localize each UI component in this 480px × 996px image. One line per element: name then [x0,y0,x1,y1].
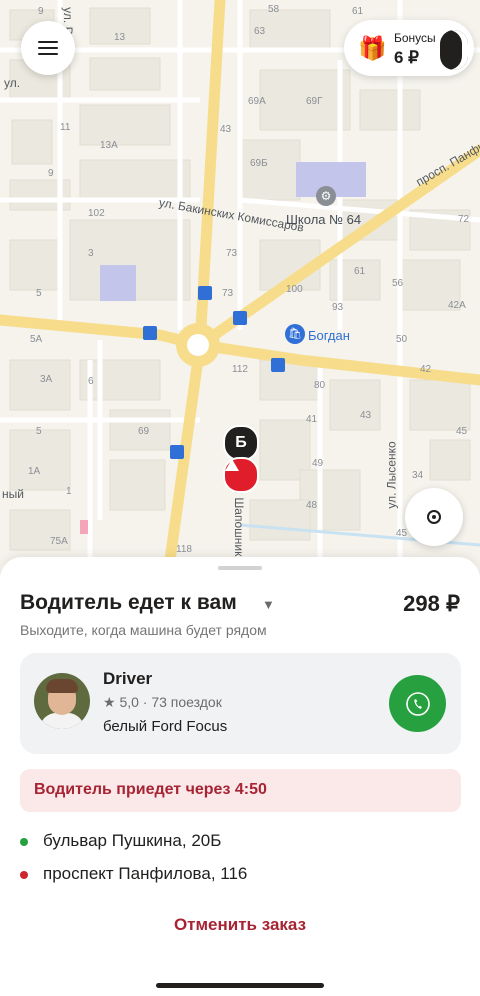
house-number: 118 [176,544,192,555]
house-number: 1А [28,466,41,477]
pickup-dot-icon [20,838,28,846]
house-number: 75А [50,536,68,547]
house-number: 34 [412,470,424,481]
eta-text: Водитель приедет через 4:50 [34,781,267,798]
house-number: 69 [138,426,150,437]
house-number: 5А [30,334,43,345]
sheet-handle[interactable] [218,566,262,570]
bottom-sheet: Водитель едет к вам ▼ 298 ₽ Выходите, ко… [0,557,480,996]
house-number: 6 [88,376,94,387]
house-number: 48 [306,500,318,511]
gift-icon: 🎁 [358,35,387,61]
house-number: 9 [38,6,44,17]
house-number: 11 [60,122,71,133]
house-number: 63 [254,26,266,37]
map-view[interactable]: ул. Бакинских Комиссаров просп. Панфилов… [0,0,480,570]
house-number: 43 [220,124,232,135]
house-number: 9 [48,168,54,179]
house-number: 69Г [306,96,323,107]
pickup-triangle-icon [225,459,239,471]
house-number: 61 [354,266,366,277]
house-number: 56 [392,278,404,289]
house-number: 1 [66,486,72,497]
house-number: 45 [396,528,408,539]
destination-marker-label: Б [235,434,247,451]
phone-icon [405,691,430,716]
destination-dot-icon [20,871,28,879]
house-number: 50 [396,334,408,345]
moon-icon [440,30,468,70]
status-title[interactable]: Водитель едет к вам [20,591,237,615]
house-number: 49 [312,458,324,469]
eta-banner: Водитель приедет через 4:50 [20,769,461,812]
house-number: 100 [286,284,303,295]
house-number: 13А [100,140,118,151]
house-number: 42А [448,300,466,311]
driver-avatar [34,673,90,729]
house-number: 5 [36,288,42,299]
house-number: 43 [360,410,372,421]
driver-rating: ★ 5,0 · 73 поездок [103,694,222,710]
status-subtitle: Выходите, когда машина будет рядом [20,622,267,638]
house-number: 3 [88,248,94,259]
house-number: 93 [332,302,344,313]
house-number: 58 [268,4,280,15]
driver-card[interactable]: Driver ★ 5,0 · 73 поездок белый Ford Foc… [20,653,461,754]
street-label-lysenko: ул. Лысенко [384,441,399,509]
house-number: 112 [232,364,248,375]
bonus-value: 6 ₽ [394,48,419,67]
poi-school-label[interactable]: Школа № 64 [286,212,361,227]
cancel-order-button[interactable]: Отменить заказ [140,915,340,945]
house-number: 80 [314,380,326,391]
house-number: 42 [420,364,432,375]
house-number: 61 [352,6,364,17]
driver-name: Driver [103,669,153,688]
route-to-address: проспект Панфилова, 116 [43,864,248,883]
house-number: 3А [40,374,53,385]
locate-icon [427,510,441,524]
hamburger-icon [38,41,58,55]
house-number: 69А [248,96,266,107]
house-number: 69Б [250,158,268,169]
destination-marker[interactable]: Б [223,425,259,461]
house-number: 72 [458,214,470,225]
house-number: 5 [36,426,42,437]
house-number: 102 [88,208,105,219]
house-number: 45 [456,426,468,437]
ride-price: 298 ₽ [403,591,460,616]
locate-button[interactable] [405,488,463,546]
street-label-left-edge: ный [2,487,24,501]
home-indicator[interactable] [156,983,324,988]
street-label-top-left: ул. [4,76,21,90]
house-number: 73 [226,248,238,259]
house-number: 13 [114,32,126,43]
bonus-button[interactable]: 🎁 Бонусы 6 ₽ [344,20,474,76]
menu-button[interactable] [21,21,75,75]
shop-icon: 🛍 [285,324,305,344]
call-driver-button[interactable] [389,675,446,732]
chevron-down-icon[interactable]: ▼ [262,597,275,612]
pickup-marker[interactable] [223,457,259,493]
driver-car: белый Ford Focus [103,718,228,735]
school-icon: ⚙ [316,186,336,206]
poi-bogdan-label[interactable]: Богдан [308,328,350,343]
house-number: 41 [306,414,318,425]
house-number: 73 [222,288,234,299]
bonus-label: Бонусы [394,31,436,45]
route-from-address: бульвар Пушкина, 20Б [43,831,222,850]
